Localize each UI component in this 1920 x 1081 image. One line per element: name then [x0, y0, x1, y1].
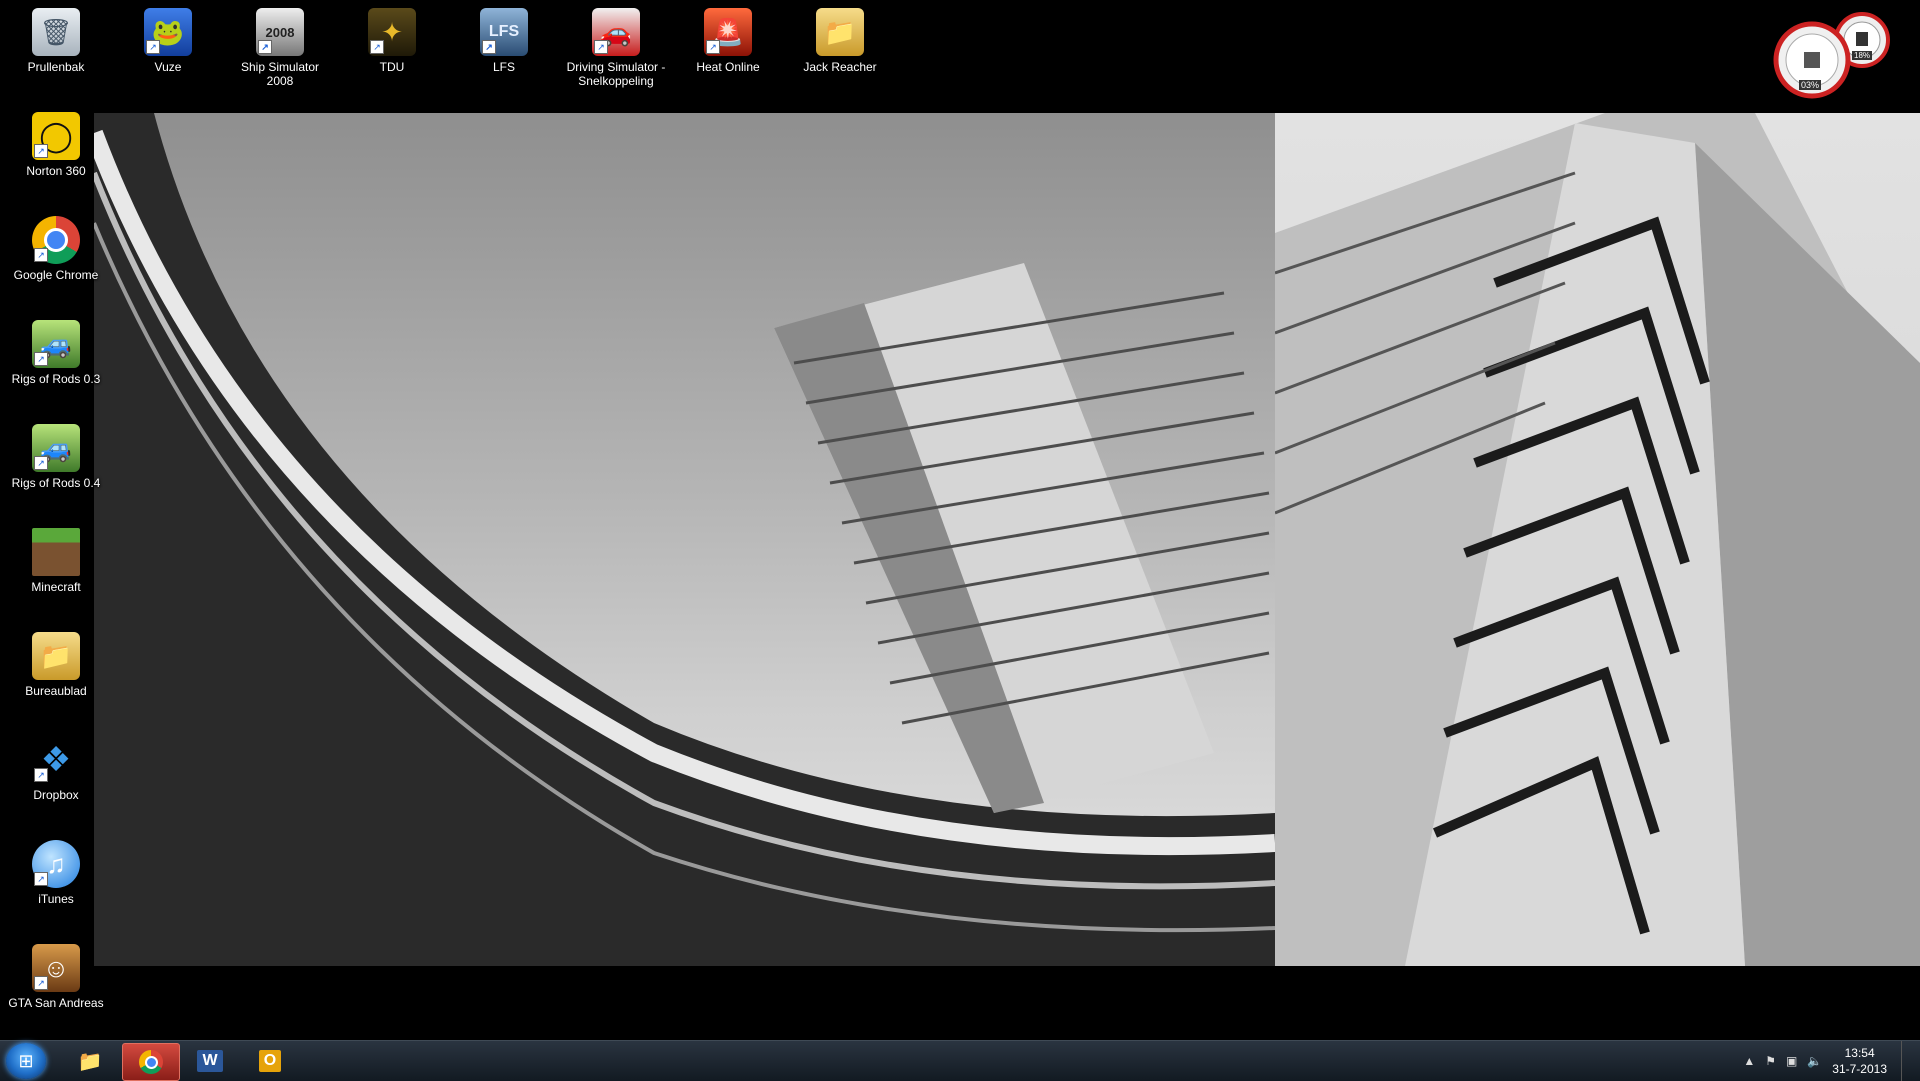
show-hidden-icons-icon[interactable]: ▲: [1743, 1054, 1755, 1068]
dropbox-icon: ❖ ↗: [32, 736, 80, 784]
shortcut-arrow-icon: ↗: [594, 40, 608, 54]
word-icon: W: [197, 1050, 223, 1072]
shortcut-arrow-icon: ↗: [258, 40, 272, 54]
desktop-icon-gta-san-andreas[interactable]: ☺ ↗ GTA San Andreas: [6, 944, 106, 1010]
clock-date: 31-7-2013: [1832, 1062, 1887, 1076]
norton-icon: ◯ ↗: [32, 112, 80, 160]
desktop-icon-label: LFS: [492, 60, 515, 74]
taskbar-explorer-button[interactable]: 📁: [62, 1043, 118, 1079]
desktop-icon-rigs-of-rods-04[interactable]: 🚙 ↗ Rigs of Rods 0.4: [6, 424, 106, 490]
desktop-icon-jack-reacher[interactable]: 📁 Jack Reacher: [790, 8, 890, 74]
desktop-icon-minecraft[interactable]: Minecraft: [6, 528, 106, 594]
gta-icon: ☺ ↗: [32, 944, 80, 992]
show-desktop-button[interactable]: [1901, 1041, 1910, 1081]
folder-icon: 📁: [77, 1050, 103, 1073]
desktop-icon-label: TDU: [379, 60, 405, 74]
shortcut-arrow-icon: ↗: [370, 40, 384, 54]
desktop-icon-heat-online[interactable]: 🚨 ↗ Heat Online: [678, 8, 778, 74]
desktop-icon-label: Driving Simulator - Snelkoppeling: [566, 60, 666, 88]
desktop-icon-label: Rigs of Rods 0.4: [11, 476, 101, 490]
shortcut-arrow-icon: ↗: [34, 456, 48, 470]
taskbar: ⊞ 📁 W O ▲ ⚑ ▣ 🔈 13:54 31-7-2013: [0, 1040, 1920, 1081]
desktop-icon-label: Bureaublad: [25, 684, 87, 698]
start-button[interactable]: ⊞: [6, 1043, 46, 1079]
cpu-percent: 03%: [1799, 80, 1822, 90]
taskbar-outlook-button[interactable]: O: [242, 1043, 298, 1079]
system-tray: ▲ ⚑ ▣ 🔈 13:54 31-7-2013: [1743, 1041, 1910, 1081]
desktop-icon-bureaublad[interactable]: 📁 Bureaublad: [6, 632, 106, 698]
desktop-icon-label: Heat Online: [696, 60, 760, 74]
heat-online-icon: 🚨 ↗: [704, 8, 752, 56]
shortcut-arrow-icon: ↗: [34, 352, 48, 366]
taskbar-word-button[interactable]: W: [182, 1043, 238, 1079]
desktop-icon-label: Dropbox: [33, 788, 79, 802]
desktop-icon-label: Jack Reacher: [803, 60, 877, 74]
desktop-icon-tdu[interactable]: ✦ ↗ TDU: [342, 8, 442, 74]
itunes-icon: ♫ ↗: [32, 840, 80, 888]
shortcut-arrow-icon: ↗: [34, 976, 48, 990]
windows-logo-icon: ⊞: [18, 1050, 34, 1071]
desktop-icon-label: iTunes: [38, 892, 74, 906]
vuze-icon: 🐸 ↗: [144, 8, 192, 56]
desktop-icon-label: GTA San Andreas: [8, 996, 104, 1010]
clock[interactable]: 13:54 31-7-2013: [1832, 1045, 1887, 1077]
rigs-of-rods-icon: 🚙 ↗: [32, 320, 80, 368]
recycle-bin-icon: 🗑: [32, 8, 80, 56]
shortcut-arrow-icon: ↗: [34, 872, 48, 886]
lfs-icon: LFS ↗: [480, 8, 528, 56]
ram-percent: 18%: [1852, 51, 1873, 60]
desktop-icon-google-chrome[interactable]: ↗ Google Chrome: [6, 216, 106, 282]
shortcut-arrow-icon: ↗: [34, 768, 48, 782]
folder-icon: 📁: [816, 8, 864, 56]
rigs-of-rods-icon: 🚙 ↗: [32, 424, 80, 472]
cpu-meter-gadget[interactable]: 03% 18%: [1770, 10, 1890, 102]
driving-simulator-icon: 🚗 ↗: [592, 8, 640, 56]
desktop-icon-label: Norton 360: [26, 164, 86, 178]
desktop-icon-label: Ship Simulator 2008: [240, 60, 320, 88]
desktop-icon-prullenbak[interactable]: 🗑 Prullenbak: [6, 8, 106, 74]
tdu-icon: ✦ ↗: [368, 8, 416, 56]
shortcut-arrow-icon: ↗: [482, 40, 496, 54]
action-center-flag-icon[interactable]: ⚑: [1765, 1054, 1776, 1068]
shortcut-arrow-icon: ↗: [146, 40, 160, 54]
desktop-icon-label: Prullenbak: [27, 60, 85, 74]
clock-time: 13:54: [1844, 1046, 1875, 1060]
desktop-icon-vuze[interactable]: 🐸 ↗ Vuze: [118, 8, 218, 74]
shortcut-arrow-icon: ↗: [34, 248, 48, 262]
desktop-icon-lfs[interactable]: LFS ↗ LFS: [454, 8, 554, 74]
outlook-icon: O: [258, 1050, 282, 1072]
taskbar-chrome-button[interactable]: [122, 1043, 180, 1081]
desktop-icon-itunes[interactable]: ♫ ↗ iTunes: [6, 840, 106, 906]
desktop-icon-label: Vuze: [154, 60, 182, 74]
desktop-icon-driving-simulator[interactable]: 🚗 ↗ Driving Simulator - Snelkoppeling: [566, 8, 666, 88]
shortcut-arrow-icon: ↗: [706, 40, 720, 54]
volume-icon[interactable]: 🔈: [1807, 1054, 1822, 1068]
desktop-icon-ship-simulator[interactable]: 2008 ↗ Ship Simulator 2008: [230, 8, 330, 88]
wallpaper-right-art: [1275, 113, 1920, 966]
wallpaper-left-art: [94, 113, 1275, 966]
desktop-icon-label: Google Chrome: [13, 268, 99, 282]
desktop-icon-label: Minecraft: [31, 580, 81, 594]
wallpaper-right: [1275, 113, 1920, 966]
desktop-icon-label: Rigs of Rods 0.3: [11, 372, 101, 386]
chrome-icon: [139, 1050, 163, 1074]
chrome-icon: ↗: [32, 216, 80, 264]
desktop-icon-dropbox[interactable]: ❖ ↗ Dropbox: [6, 736, 106, 802]
wallpaper-left: [94, 113, 1275, 966]
desktop-icon-norton[interactable]: ◯ ↗ Norton 360: [6, 112, 106, 178]
minecraft-icon: [32, 528, 80, 576]
desktop-icon-rigs-of-rods-03[interactable]: 🚙 ↗ Rigs of Rods 0.3: [6, 320, 106, 386]
folder-icon: 📁: [32, 632, 80, 680]
network-icon[interactable]: ▣: [1786, 1054, 1797, 1068]
ship-simulator-icon: 2008 ↗: [256, 8, 304, 56]
shortcut-arrow-icon: ↗: [34, 144, 48, 158]
